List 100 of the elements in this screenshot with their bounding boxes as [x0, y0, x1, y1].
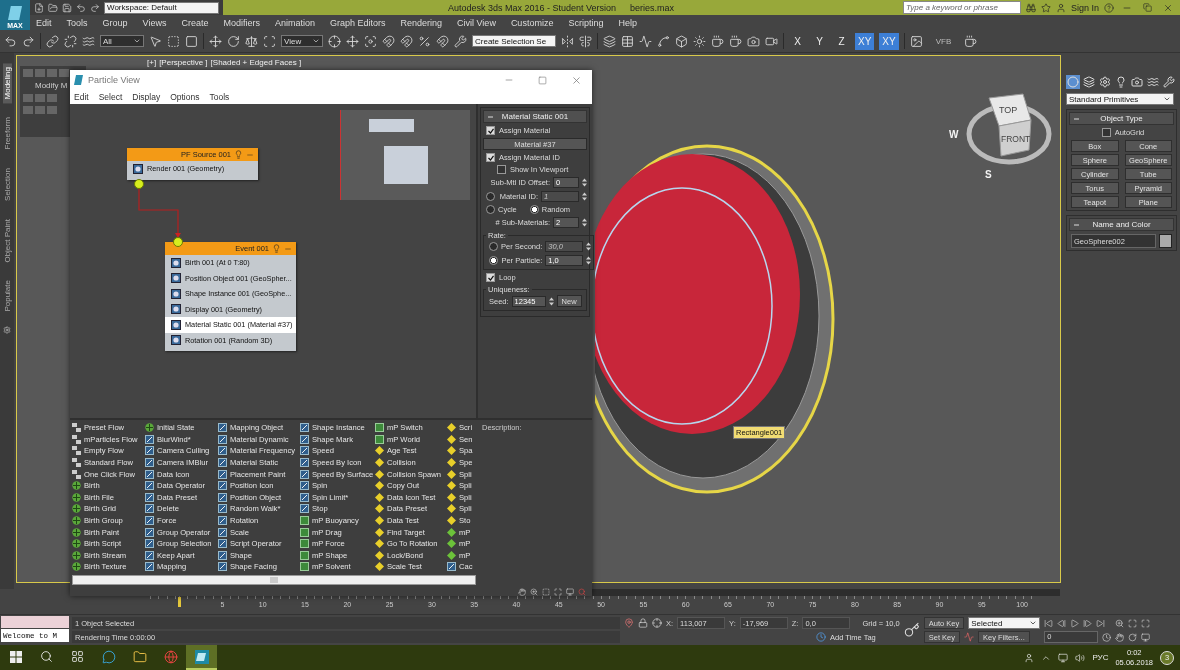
save-icon[interactable] — [62, 2, 72, 13]
crosshair-icon[interactable] — [652, 618, 662, 628]
camera-icon[interactable] — [747, 34, 760, 48]
menu-item[interactable]: Options — [170, 92, 200, 102]
layers-icon[interactable] — [603, 34, 616, 48]
open-folder-icon[interactable] — [48, 2, 58, 13]
percent-icon[interactable] — [418, 34, 431, 48]
sun-icon[interactable] — [693, 34, 706, 48]
spinner-arrows-icon[interactable] — [586, 256, 592, 265]
language-indicator[interactable]: РУС — [1092, 653, 1109, 662]
output-socket[interactable] — [134, 179, 144, 189]
align-icon[interactable] — [579, 34, 592, 48]
help-icon[interactable] — [1104, 2, 1114, 13]
chevron-down-icon[interactable] — [1029, 619, 1038, 627]
box-icon[interactable] — [675, 34, 688, 48]
script-listener-field[interactable] — [1, 616, 69, 628]
scroll-thumb[interactable] — [270, 577, 278, 583]
navigator-minimap[interactable] — [340, 110, 470, 200]
step-back-icon[interactable] — [1057, 618, 1067, 628]
collapse-icon[interactable] — [1072, 221, 1082, 228]
menu-item[interactable]: Tools — [209, 92, 230, 102]
axis-button[interactable]: Y — [811, 32, 828, 50]
user-icon[interactable] — [1055, 2, 1066, 13]
axis-button[interactable]: XY — [879, 32, 899, 50]
table-icon[interactable] — [621, 34, 634, 48]
magnet-icon[interactable] — [382, 34, 395, 48]
menu-item[interactable]: Create — [181, 17, 209, 28]
menu-item[interactable]: Customize — [510, 17, 554, 28]
ribbon-tab[interactable]: Selection — [2, 163, 12, 205]
menu-item[interactable]: Help — [618, 17, 637, 28]
redo-icon[interactable] — [90, 2, 100, 13]
link-icon[interactable] — [46, 34, 59, 48]
sign-in-link[interactable]: Sign In — [1070, 2, 1099, 13]
taskbar-app[interactable] — [186, 645, 217, 670]
checkbox[interactable] — [1101, 128, 1111, 137]
undo-icon[interactable] — [4, 34, 17, 48]
ribbon-tab[interactable]: Populate — [2, 276, 12, 316]
zoom-icon[interactable] — [1115, 618, 1125, 628]
key-mode-dropdown[interactable]: Selected — [968, 617, 1041, 629]
hand-icon[interactable] — [518, 587, 526, 596]
zoom-extents-icon[interactable] — [554, 587, 562, 596]
unlink-icon[interactable] — [64, 34, 77, 48]
spinner-arrows-icon[interactable] — [582, 192, 587, 201]
square-icon[interactable] — [185, 34, 198, 48]
named-selection-dropdown[interactable]: Create Selection Se — [472, 35, 556, 47]
rotate-icon[interactable] — [227, 34, 240, 48]
command-panel-tab[interactable] — [1162, 75, 1176, 89]
zoom-region-icon[interactable] — [542, 587, 550, 596]
ribbon-tab[interactable]: Modeling — [2, 63, 12, 104]
spinner-arrows-icon[interactable] — [582, 178, 587, 187]
star-icon[interactable] — [1040, 2, 1051, 13]
skip-forward-icon[interactable] — [1096, 618, 1106, 628]
ribbon-tab[interactable]: Object Paint — [2, 214, 12, 267]
menu-item[interactable]: Tools — [66, 17, 88, 28]
lock-icon[interactable] — [638, 618, 648, 628]
redo-icon[interactable] — [22, 34, 35, 48]
checkbox[interactable] — [486, 273, 495, 282]
monitor-icon[interactable] — [1141, 632, 1151, 642]
menu-item[interactable]: Group — [102, 17, 128, 28]
mirror-icon[interactable] — [561, 34, 574, 48]
crosshair-icon[interactable] — [328, 34, 341, 48]
menu-item[interactable]: Civil View — [457, 17, 496, 28]
rollout-header[interactable]: Object Type — [1069, 112, 1174, 125]
menu-item[interactable]: Display — [132, 92, 161, 102]
rollout-header[interactable]: Name and Color — [1069, 218, 1174, 231]
particle-flow-canvas[interactable] — [70, 104, 478, 418]
vfb-button[interactable]: VFB — [935, 36, 952, 46]
chevron-down-icon[interactable] — [312, 37, 320, 45]
menu-item[interactable]: Edit — [74, 92, 89, 102]
reference-coordinate-dropdown[interactable]: View — [281, 35, 323, 47]
input-socket[interactable] — [173, 237, 183, 247]
hand-icon[interactable] — [1115, 632, 1125, 642]
menu-item[interactable]: Graph Editors — [329, 17, 386, 28]
magnet-icon[interactable] — [400, 34, 413, 48]
menu-item[interactable]: Views — [142, 17, 167, 28]
bulb-icon[interactable] — [272, 244, 281, 253]
checkbox[interactable] — [486, 126, 495, 135]
spinner-arrows-icon[interactable] — [548, 296, 554, 306]
orbit-icon[interactable] — [1128, 632, 1138, 642]
rollout-header[interactable]: Material Static 001 — [483, 110, 587, 123]
settings-icon[interactable] — [3, 326, 11, 334]
current-frame-marker[interactable] — [178, 597, 181, 607]
bulb-icon[interactable] — [234, 150, 243, 159]
undo-icon[interactable] — [76, 2, 86, 13]
chevron-down-icon[interactable] — [133, 37, 141, 45]
zoom-extents-icon[interactable] — [1128, 618, 1138, 628]
ribbon-tab[interactable]: Freeform — [2, 113, 12, 154]
command-panel-tab[interactable] — [1146, 75, 1160, 89]
move-icon[interactable] — [209, 34, 222, 48]
play-icon[interactable] — [1070, 618, 1080, 628]
axis-button[interactable]: XY — [855, 32, 875, 50]
spline-icon[interactable] — [657, 34, 670, 48]
binoculars-icon[interactable] — [1025, 2, 1036, 13]
viewport-label[interactable]: [Perspective ] — [159, 58, 208, 67]
menu-item[interactable]: Select — [98, 92, 123, 102]
command-panel-tab[interactable] — [1130, 75, 1144, 89]
menu-item[interactable]: Rendering — [400, 17, 443, 28]
radio-button[interactable] — [486, 205, 495, 214]
magnet-icon[interactable] — [436, 34, 449, 48]
workspace-dropdown[interactable]: Workspace: Default — [104, 1, 219, 14]
